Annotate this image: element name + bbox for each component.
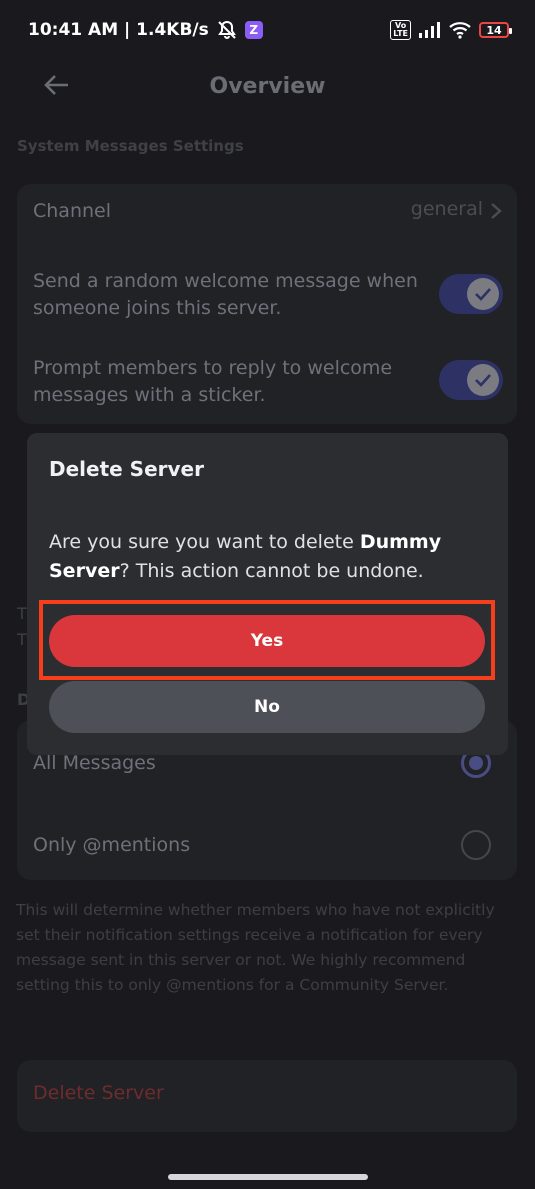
signal-icon [419, 22, 440, 38]
status-right: Vo LTE 14 [390, 20, 512, 40]
volte-line2: LTE [393, 29, 408, 38]
toggle-knob [467, 278, 499, 310]
app-badge-icon: Z [244, 21, 263, 39]
volte-icon: Vo LTE [390, 20, 411, 40]
option-only-mentions-label: Only @mentions [33, 834, 191, 856]
muted-bell-icon [217, 20, 236, 39]
check-icon [475, 288, 491, 301]
delete-server-dialog: Delete Server Are you sure you want to d… [27, 433, 508, 755]
toggle-knob [467, 364, 499, 396]
welcome-message-row: Send a random welcome message when someo… [33, 268, 501, 328]
home-indicator[interactable] [168, 1174, 368, 1180]
channel-row[interactable]: Channel general [33, 198, 502, 228]
notification-note: This will determine whether members who … [16, 901, 495, 994]
wifi-icon [449, 22, 471, 39]
status-left: 10:41 AM | 1.4KB/s Z [28, 20, 263, 40]
dialog-body-suffix: ? This action cannot be undone. [119, 560, 424, 582]
dialog-title: Delete Server [49, 457, 204, 481]
no-button[interactable]: No [49, 681, 485, 733]
option-only-mentions[interactable]: Only @mentions [33, 832, 501, 862]
dialog-body-prefix: Are you sure you want to delete [49, 531, 360, 553]
delete-server-link[interactable]: Delete Server [33, 1082, 164, 1104]
hidden-text-fragment: T [17, 604, 27, 623]
status-time: 10:41 AM | 1.4KB/s [28, 20, 209, 40]
welcome-message-label: Send a random welcome message when someo… [33, 270, 418, 319]
header: Overview [0, 60, 535, 116]
chevron-right-icon [491, 203, 502, 219]
battery-level: 14 [486, 23, 502, 37]
welcome-message-toggle[interactable] [439, 274, 503, 314]
sticker-reply-label: Prompt members to reply to welcome messa… [33, 357, 393, 406]
sticker-reply-toggle[interactable] [439, 360, 503, 400]
yes-button[interactable]: Yes [49, 615, 485, 667]
system-messages-card: Channel general Send a random welcome me… [17, 184, 517, 424]
status-bar: 10:41 AM | 1.4KB/s Z Vo LTE 14 [0, 0, 535, 60]
option-all-messages-label: All Messages [33, 752, 156, 774]
sticker-reply-row: Prompt members to reply to welcome messa… [33, 355, 501, 415]
check-icon [475, 374, 491, 387]
hidden-text-fragment: T [17, 630, 27, 649]
page-title: Overview [209, 74, 326, 99]
radio-only-mentions[interactable] [461, 830, 491, 860]
battery-icon: 14 [479, 22, 512, 38]
channel-label: Channel [33, 200, 112, 222]
channel-value: general [410, 198, 483, 220]
dialog-body: Are you sure you want to delete Dummy Se… [49, 528, 489, 586]
section-label-system-messages: System Messages Settings [17, 137, 244, 155]
